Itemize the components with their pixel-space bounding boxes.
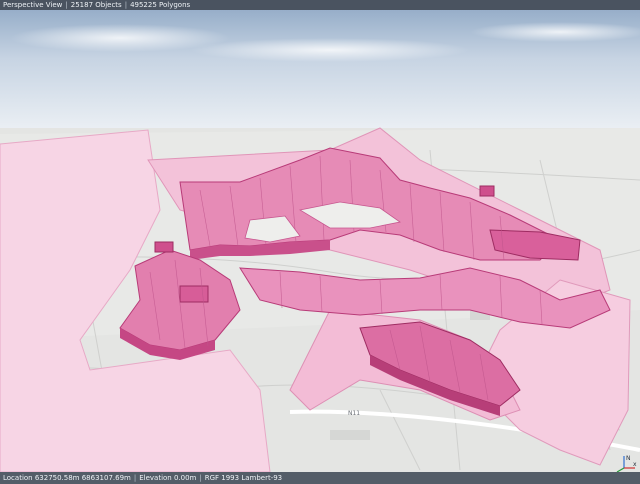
separator: | bbox=[199, 474, 202, 482]
cloud bbox=[190, 38, 470, 62]
tower-block bbox=[179, 285, 209, 303]
coordinate-system: RGF 1993 Lambert-93 bbox=[204, 474, 283, 482]
view-mode-label: Perspective View bbox=[3, 1, 63, 9]
tower-block bbox=[479, 185, 495, 197]
object-count: 25187 Objects bbox=[70, 1, 122, 9]
separator: | bbox=[124, 1, 128, 9]
elevation-readout: Elevation 0.00m bbox=[139, 474, 197, 482]
compass-north-label: N bbox=[626, 455, 631, 462]
bottom-status-bar: Location 632750.58m 6863107.69m | Elevatio… bbox=[0, 472, 640, 484]
3d-map-viewport[interactable]: N11 N x bbox=[0, 10, 640, 472]
polygon-count: 495225 Polygons bbox=[130, 1, 191, 9]
cursor-location: Location 632750.58m 6863107.69m bbox=[3, 474, 131, 482]
road-label: N11 bbox=[348, 410, 360, 417]
separator: | bbox=[65, 1, 68, 9]
separator: | bbox=[133, 474, 137, 482]
top-status-bar: Perspective View | 25187 Objects | 495225 Po… bbox=[0, 0, 640, 10]
compass-x-label: x bbox=[633, 461, 637, 468]
tower-block bbox=[154, 241, 174, 253]
